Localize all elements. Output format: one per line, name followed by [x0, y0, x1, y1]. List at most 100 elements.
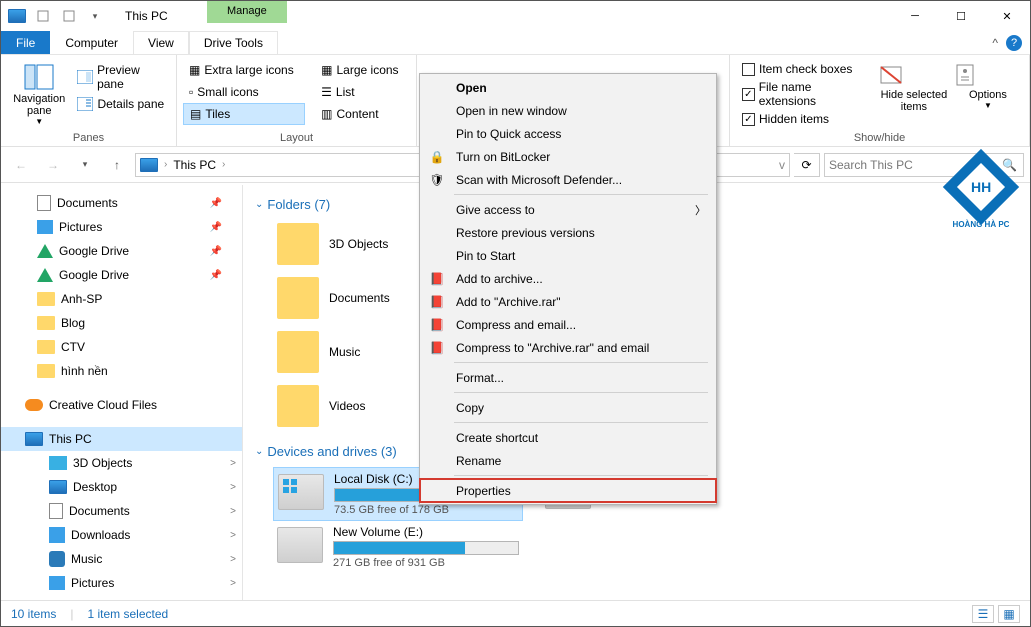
tree-item[interactable]: CTV: [1, 335, 242, 359]
layout-small-icons[interactable]: ▫Small icons: [183, 81, 305, 103]
ctx-defender-scan[interactable]: 🛡Scan with Microsoft Defender...: [420, 168, 716, 191]
pc-icon: [140, 158, 158, 172]
qat-item[interactable]: [57, 4, 81, 28]
tree-creative-cloud[interactable]: Creative Cloud Files: [1, 393, 242, 417]
ctx-copy[interactable]: Copy: [420, 396, 716, 419]
tree-item[interactable]: Desktop>: [1, 475, 242, 499]
pin-icon: 📌: [210, 246, 222, 257]
maximize-button[interactable]: ☐: [938, 1, 984, 31]
details-pane-button[interactable]: Details pane: [73, 95, 172, 113]
winrar-icon: 📕: [428, 316, 446, 334]
pin-icon: 📌: [210, 270, 222, 281]
ctx-restore-previous[interactable]: Restore previous versions: [420, 221, 716, 244]
pic-icon: [37, 220, 53, 234]
tab-drive-tools[interactable]: Drive Tools: [189, 31, 278, 54]
view-tiles-button[interactable]: ▦: [998, 605, 1020, 623]
minimize-ribbon-icon[interactable]: ^: [992, 36, 998, 50]
tree-item[interactable]: Blog: [1, 311, 242, 335]
back-button[interactable]: ←: [7, 151, 35, 179]
ctx-pin-quick-access[interactable]: Pin to Quick access: [420, 122, 716, 145]
ctx-format[interactable]: Format...: [420, 366, 716, 389]
folder-icon: [37, 292, 55, 306]
search-placeholder: Search This PC: [829, 158, 913, 172]
refresh-button[interactable]: ⟳: [794, 153, 820, 177]
tree-this-pc[interactable]: This PC: [1, 427, 242, 451]
chevron-icon: >: [230, 530, 236, 541]
breadcrumb-this-pc[interactable]: This PC: [173, 158, 216, 172]
tree-item[interactable]: Pictures📌: [1, 215, 242, 239]
shield-icon: 🛡: [428, 171, 446, 189]
group-label-layout: Layout: [181, 132, 412, 146]
doc-icon: [37, 195, 51, 211]
watermark-logo: HH HOÀNG HÀ PC: [942, 155, 1020, 233]
options-button[interactable]: Options ▼: [951, 57, 1025, 110]
ctx-properties[interactable]: Properties: [420, 479, 716, 502]
group-label-panes: Panes: [5, 132, 172, 146]
layout-large-icons[interactable]: ▦Large icons: [315, 59, 410, 81]
ctx-open[interactable]: Open: [420, 76, 716, 99]
pin-icon: 📌: [210, 198, 222, 209]
tree-item[interactable]: Music>: [1, 547, 242, 571]
hidden-items-toggle[interactable]: ✓Hidden items: [738, 111, 873, 127]
item-check-boxes-toggle[interactable]: Item check boxes: [738, 61, 873, 77]
tree-item[interactable]: Documents>: [1, 499, 242, 523]
qat-dropdown[interactable]: ▾: [83, 4, 107, 28]
ctx-create-shortcut[interactable]: Create shortcut: [420, 426, 716, 449]
navigation-tree[interactable]: Documents📌Pictures📌Google Drive📌Google D…: [1, 185, 243, 600]
hide-selected-items-button[interactable]: Hide selected items: [877, 57, 951, 113]
ctx-open-new-window[interactable]: Open in new window: [420, 99, 716, 122]
ctx-add-to-rar[interactable]: 📕Add to "Archive.rar": [420, 290, 716, 313]
ctx-add-to-archive[interactable]: 📕Add to archive...: [420, 267, 716, 290]
minimize-button[interactable]: ─: [892, 1, 938, 31]
layout-content[interactable]: ▥Content: [315, 103, 410, 125]
ctx-give-access-to[interactable]: Give access to〉: [420, 198, 716, 221]
qat-item[interactable]: [31, 4, 55, 28]
folder-icon: [277, 277, 319, 319]
address-dropdown-icon[interactable]: v: [779, 158, 785, 172]
ctx-rename[interactable]: Rename: [420, 449, 716, 472]
drive-icon: [278, 474, 324, 510]
tree-item[interactable]: Pictures>: [1, 571, 242, 595]
help-icon[interactable]: ?: [1006, 35, 1022, 51]
drive-free-text: 271 GB free of 931 GB: [333, 557, 519, 569]
folder-icon: [37, 316, 55, 330]
contextual-tab-label: Manage: [207, 1, 287, 23]
chevron-icon: >: [230, 506, 236, 517]
ctx-bitlocker[interactable]: 🔒Turn on BitLocker: [420, 145, 716, 168]
up-button[interactable]: ↑: [103, 151, 131, 179]
tab-file[interactable]: File: [1, 31, 50, 54]
tree-item[interactable]: Anh-SP: [1, 287, 242, 311]
tab-computer[interactable]: Computer: [50, 31, 133, 54]
preview-pane-button[interactable]: Preview pane: [73, 61, 172, 93]
navigation-pane-button[interactable]: Navigation pane ▼: [5, 57, 73, 126]
group-label-showhide: Show/hide: [734, 132, 1025, 146]
navigation-pane-label: Navigation pane: [5, 93, 73, 117]
tab-view[interactable]: View: [133, 31, 189, 54]
recent-locations-button[interactable]: ▾: [71, 151, 99, 179]
pin-icon: 📌: [210, 222, 222, 233]
layout-extra-large-icons[interactable]: ▦Extra large icons: [183, 59, 305, 81]
file-name-extensions-toggle[interactable]: ✓File name extensions: [738, 79, 873, 109]
ctx-pin-to-start[interactable]: Pin to Start: [420, 244, 716, 267]
quick-access-toolbar: ▾: [1, 4, 107, 28]
pic-icon: [49, 576, 65, 590]
tree-item[interactable]: Google Drive📌: [1, 239, 242, 263]
ctx-compress-email[interactable]: 📕Compress and email...: [420, 313, 716, 336]
ctx-compress-rar-email[interactable]: 📕Compress to "Archive.rar" and email: [420, 336, 716, 359]
chevron-icon: >: [230, 578, 236, 589]
tree-item[interactable]: Google Drive📌: [1, 263, 242, 287]
layout-tiles[interactable]: ▤Tiles: [183, 103, 305, 125]
tree-item[interactable]: hình nền: [1, 359, 242, 383]
winrar-icon: 📕: [428, 339, 446, 357]
forward-button[interactable]: →: [39, 151, 67, 179]
tree-item[interactable]: Documents📌: [1, 191, 242, 215]
tree-item[interactable]: Downloads>: [1, 523, 242, 547]
status-bar: 10 items | 1 item selected ☰ ▦: [1, 600, 1030, 626]
tree-item[interactable]: 3D Objects>: [1, 451, 242, 475]
folder-icon: [37, 340, 55, 354]
view-details-button[interactable]: ☰: [972, 605, 994, 623]
close-button[interactable]: ✕: [984, 1, 1030, 31]
drive-new-volume-e[interactable]: New Volume (E:) 271 GB free of 931 GB: [273, 521, 523, 573]
layout-list[interactable]: ☰List: [315, 81, 410, 103]
app-icon[interactable]: [5, 4, 29, 28]
